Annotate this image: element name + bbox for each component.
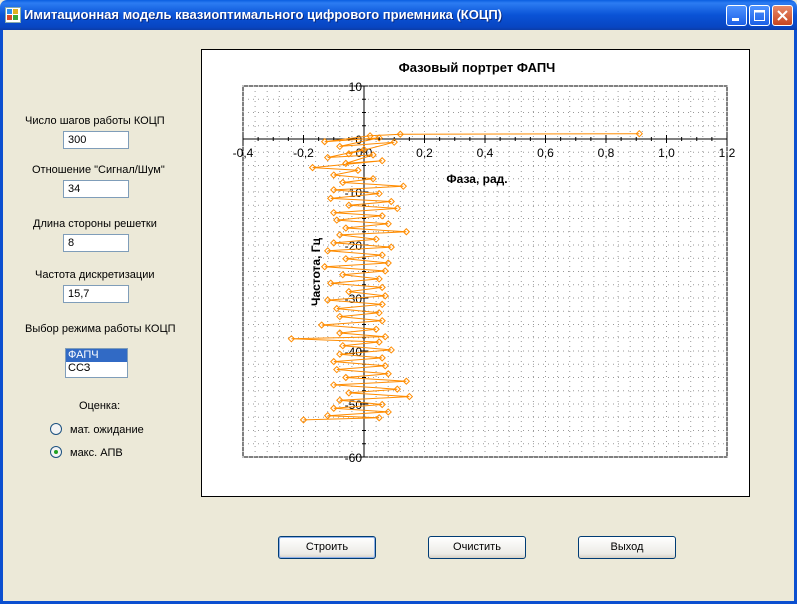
radio-selected-dot: [54, 450, 58, 454]
mode-option-fapch[interactable]: ФАПЧ: [66, 349, 127, 362]
minimize-button[interactable]: [726, 5, 747, 26]
clear-button[interactable]: Очистить: [428, 536, 526, 559]
radio-mean[interactable]: [50, 423, 62, 435]
grid-size-input[interactable]: 8: [63, 234, 129, 252]
estimate-label: Оценка:: [79, 400, 121, 412]
x-tick-label: 1,0: [658, 146, 675, 160]
window-title: Имитационная модель квазиоптимального ци…: [24, 7, 502, 22]
maximize-icon: [754, 10, 765, 21]
x-tick-label: -0,4: [233, 146, 254, 160]
x-axis-label: Фаза, рад.: [446, 172, 507, 186]
build-button[interactable]: Строить: [278, 536, 376, 559]
close-icon: [777, 10, 788, 21]
x-tick-label: 0,2: [416, 146, 433, 160]
app-icon: [5, 7, 21, 23]
mode-listbox[interactable]: ФАПЧ ССЗ: [65, 348, 128, 378]
snr-label: Отношение "Сигнал/Шум": [32, 164, 165, 176]
phase-portrait-chart: Фазовый портрет ФАПЧ -0,4 -0,2 0,0 0,2 0,4 0,…: [233, 60, 736, 465]
y-tick-label: -60: [345, 451, 363, 465]
chart-title: Фазовый портрет ФАПЧ: [399, 60, 556, 75]
y-axis-label: Частота, Гц: [309, 237, 323, 306]
x-tick-label: 0,8: [598, 146, 615, 160]
plot-panel: Фазовый портрет ФАПЧ -0,4 -0,2 0,0 0,2 0,4 0,…: [201, 49, 750, 497]
x-tick-label: 0,4: [477, 146, 494, 160]
mode-option-ssz[interactable]: ССЗ: [66, 362, 127, 375]
sampling-freq-input[interactable]: 15,7: [63, 285, 129, 303]
radio-mean-label[interactable]: мат. ожидание: [70, 424, 144, 436]
y-tick-label: 10: [349, 80, 363, 94]
x-tick-label: 1,2: [719, 146, 736, 160]
window-frame-left: [0, 30, 3, 604]
maximize-button[interactable]: [749, 5, 770, 26]
mode-label: Выбор режима работы КОЦП: [25, 323, 176, 335]
snr-input[interactable]: 34: [63, 180, 129, 198]
radio-max-label[interactable]: макс. АПВ: [70, 447, 123, 459]
x-tick-label: 0,6: [537, 146, 554, 160]
grid-size-label: Длина стороны решетки: [33, 218, 157, 230]
steps-input[interactable]: 300: [63, 131, 129, 149]
sampling-freq-label: Частота дискретизации: [35, 269, 155, 281]
minimize-icon: [732, 18, 739, 21]
exit-button[interactable]: Выход: [578, 536, 676, 559]
title-bar[interactable]: Имитационная модель квазиоптимального ци…: [0, 0, 797, 30]
close-button[interactable]: [772, 5, 793, 26]
radio-max[interactable]: [50, 446, 62, 458]
x-tick-label: -0,2: [293, 146, 314, 160]
steps-label: Число шагов работы КОЦП: [25, 115, 165, 127]
